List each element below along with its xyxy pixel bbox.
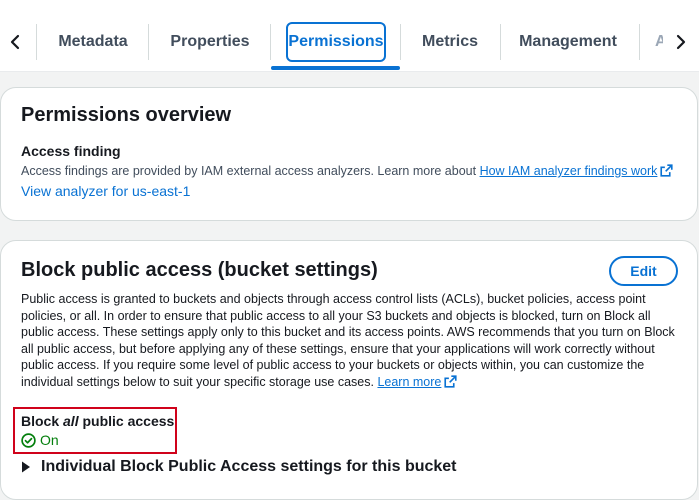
block-all-prefix: Block [21,413,64,429]
block-all-emphasis: all [63,413,79,429]
block-public-access-title: Block public access (bucket settings) [21,259,378,281]
tab-divider [148,24,149,60]
tab-bar: Metadata Properties Permissions Metrics … [0,0,699,72]
tab-divider [270,24,271,60]
iam-analyzer-findings-link[interactable]: How IAM analyzer findings work [480,164,658,178]
caret-right-icon [22,461,30,473]
access-finding-text: Access findings are provided by IAM exte… [21,164,480,178]
check-circle-icon [21,432,36,448]
tab-metadata[interactable]: Metadata [50,22,136,62]
expander-label: Individual Block Public Access settings … [41,458,457,475]
tab-permissions[interactable]: Permissions [286,22,386,62]
permissions-overview-panel: Permissions overview Access finding Acce… [0,87,698,221]
tab-divider [639,24,640,60]
block-all-status: On [21,432,59,448]
access-finding-label: Access finding [21,143,121,159]
view-analyzer-link[interactable]: View analyzer for us-east-1 [21,183,190,199]
tab-divider [500,24,501,60]
block-public-access-panel: Block public access (bucket settings) Ed… [0,240,698,500]
status-text: On [40,432,59,448]
learn-more-link[interactable]: Learn more [377,375,441,389]
tab-properties[interactable]: Properties [163,22,257,62]
block-all-suffix: public access [78,413,175,429]
tab-management[interactable]: Management [512,22,624,62]
individual-settings-expander[interactable]: Individual Block Public Access settings … [21,458,457,476]
permissions-overview-title: Permissions overview [21,104,232,126]
scroll-right-icon[interactable] [672,28,690,56]
external-link-icon [444,374,457,388]
block-all-public-access-label: Block all public access [21,413,174,429]
description-text: Public access is granted to buckets and … [21,292,675,389]
tab-divider [400,24,401,60]
scroll-left-icon[interactable] [6,28,24,56]
tab-divider [36,24,37,60]
external-link-icon [660,164,674,177]
tab-metrics[interactable]: Metrics [414,22,486,62]
active-tab-indicator [271,66,400,70]
block-public-access-description: Public access is granted to buckets and … [21,291,683,390]
edit-button[interactable]: Edit [609,256,678,286]
access-finding-description: Access findings are provided by IAM exte… [21,164,674,178]
tab-partial[interactable]: A [655,22,663,62]
